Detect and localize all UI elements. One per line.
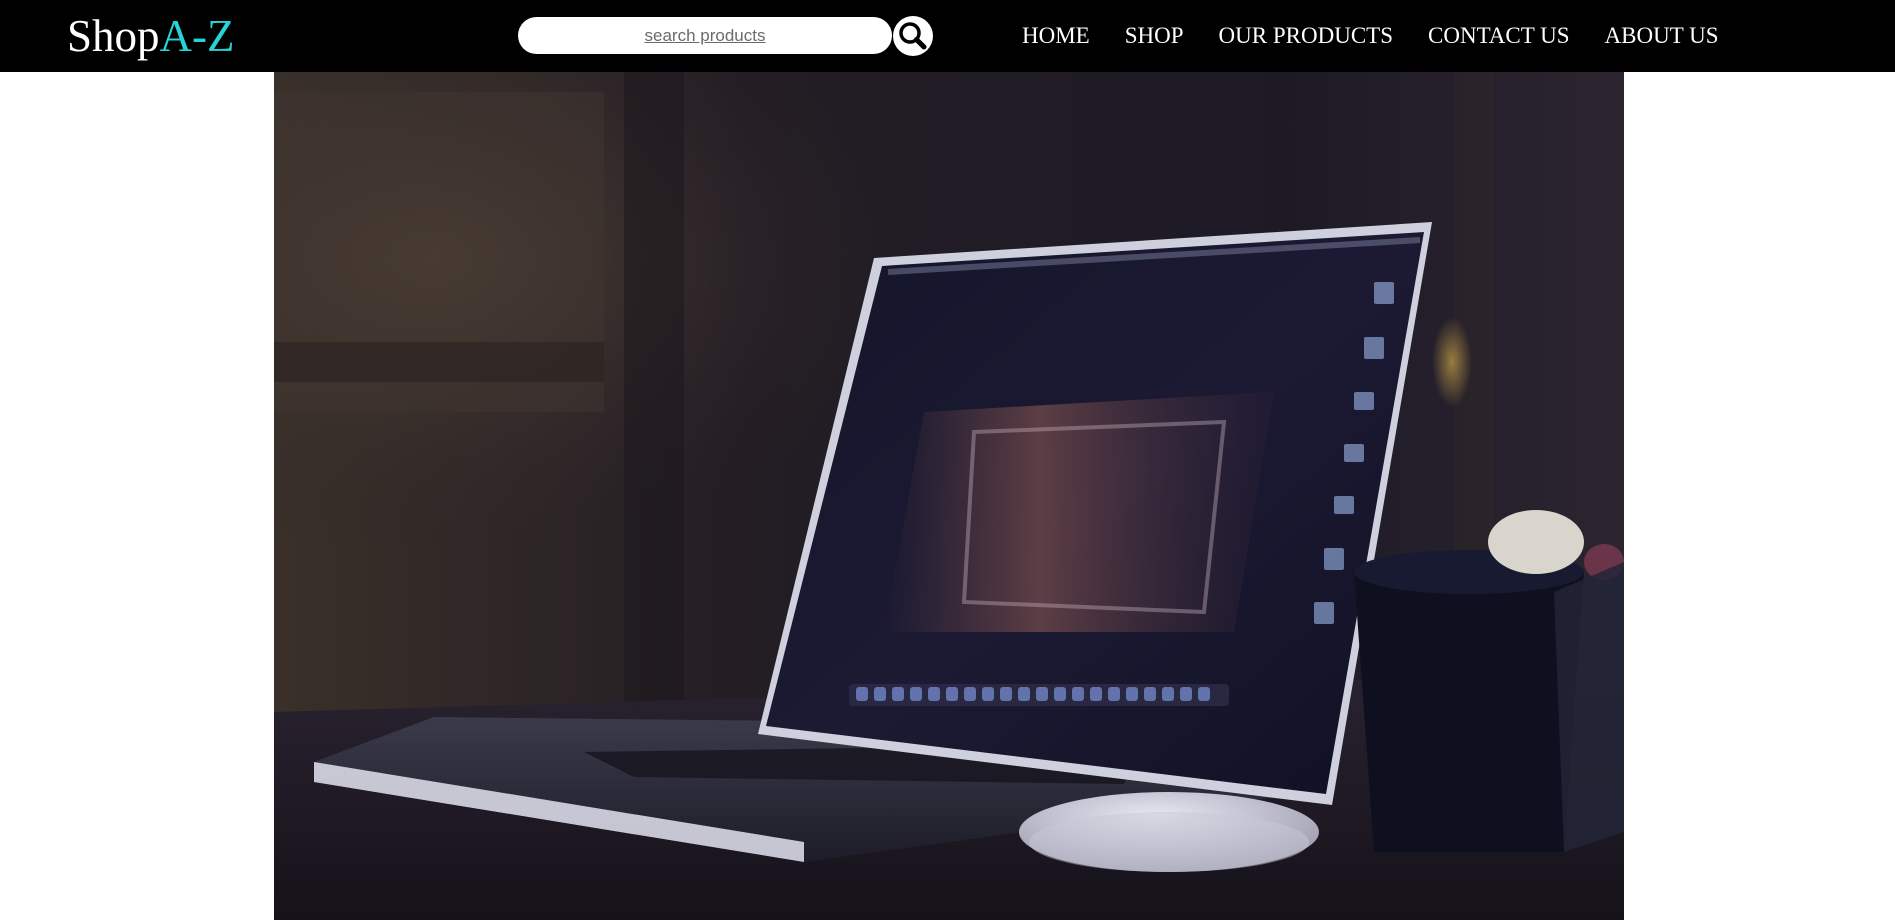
search-input[interactable]	[518, 17, 892, 54]
nav-link-home[interactable]: HOME	[1022, 19, 1090, 53]
nav-link-contact-us[interactable]: CONTACT US	[1428, 19, 1570, 53]
main-nav: HOME SHOP OUR PRODUCTS CONTACT US ABOUT …	[1022, 19, 1719, 53]
logo-text-main: Shop	[67, 11, 160, 61]
search-button[interactable]	[893, 16, 933, 56]
nav-link-about-us[interactable]: ABOUT US	[1605, 19, 1719, 53]
nav-link-our-products[interactable]: OUR PRODUCTS	[1219, 19, 1393, 53]
laptop-on-desk-photo	[274, 72, 1624, 920]
magnifier-icon	[899, 22, 927, 50]
hero-banner	[274, 72, 1624, 920]
site-logo[interactable]: ShopA-Z	[67, 10, 235, 62]
logo-text-accent: A-Z	[159, 11, 235, 61]
top-navbar: ShopA-Z HOME SHOP OUR PRODUCTS CONTACT U…	[0, 0, 1895, 72]
nav-link-shop[interactable]: SHOP	[1125, 19, 1184, 53]
